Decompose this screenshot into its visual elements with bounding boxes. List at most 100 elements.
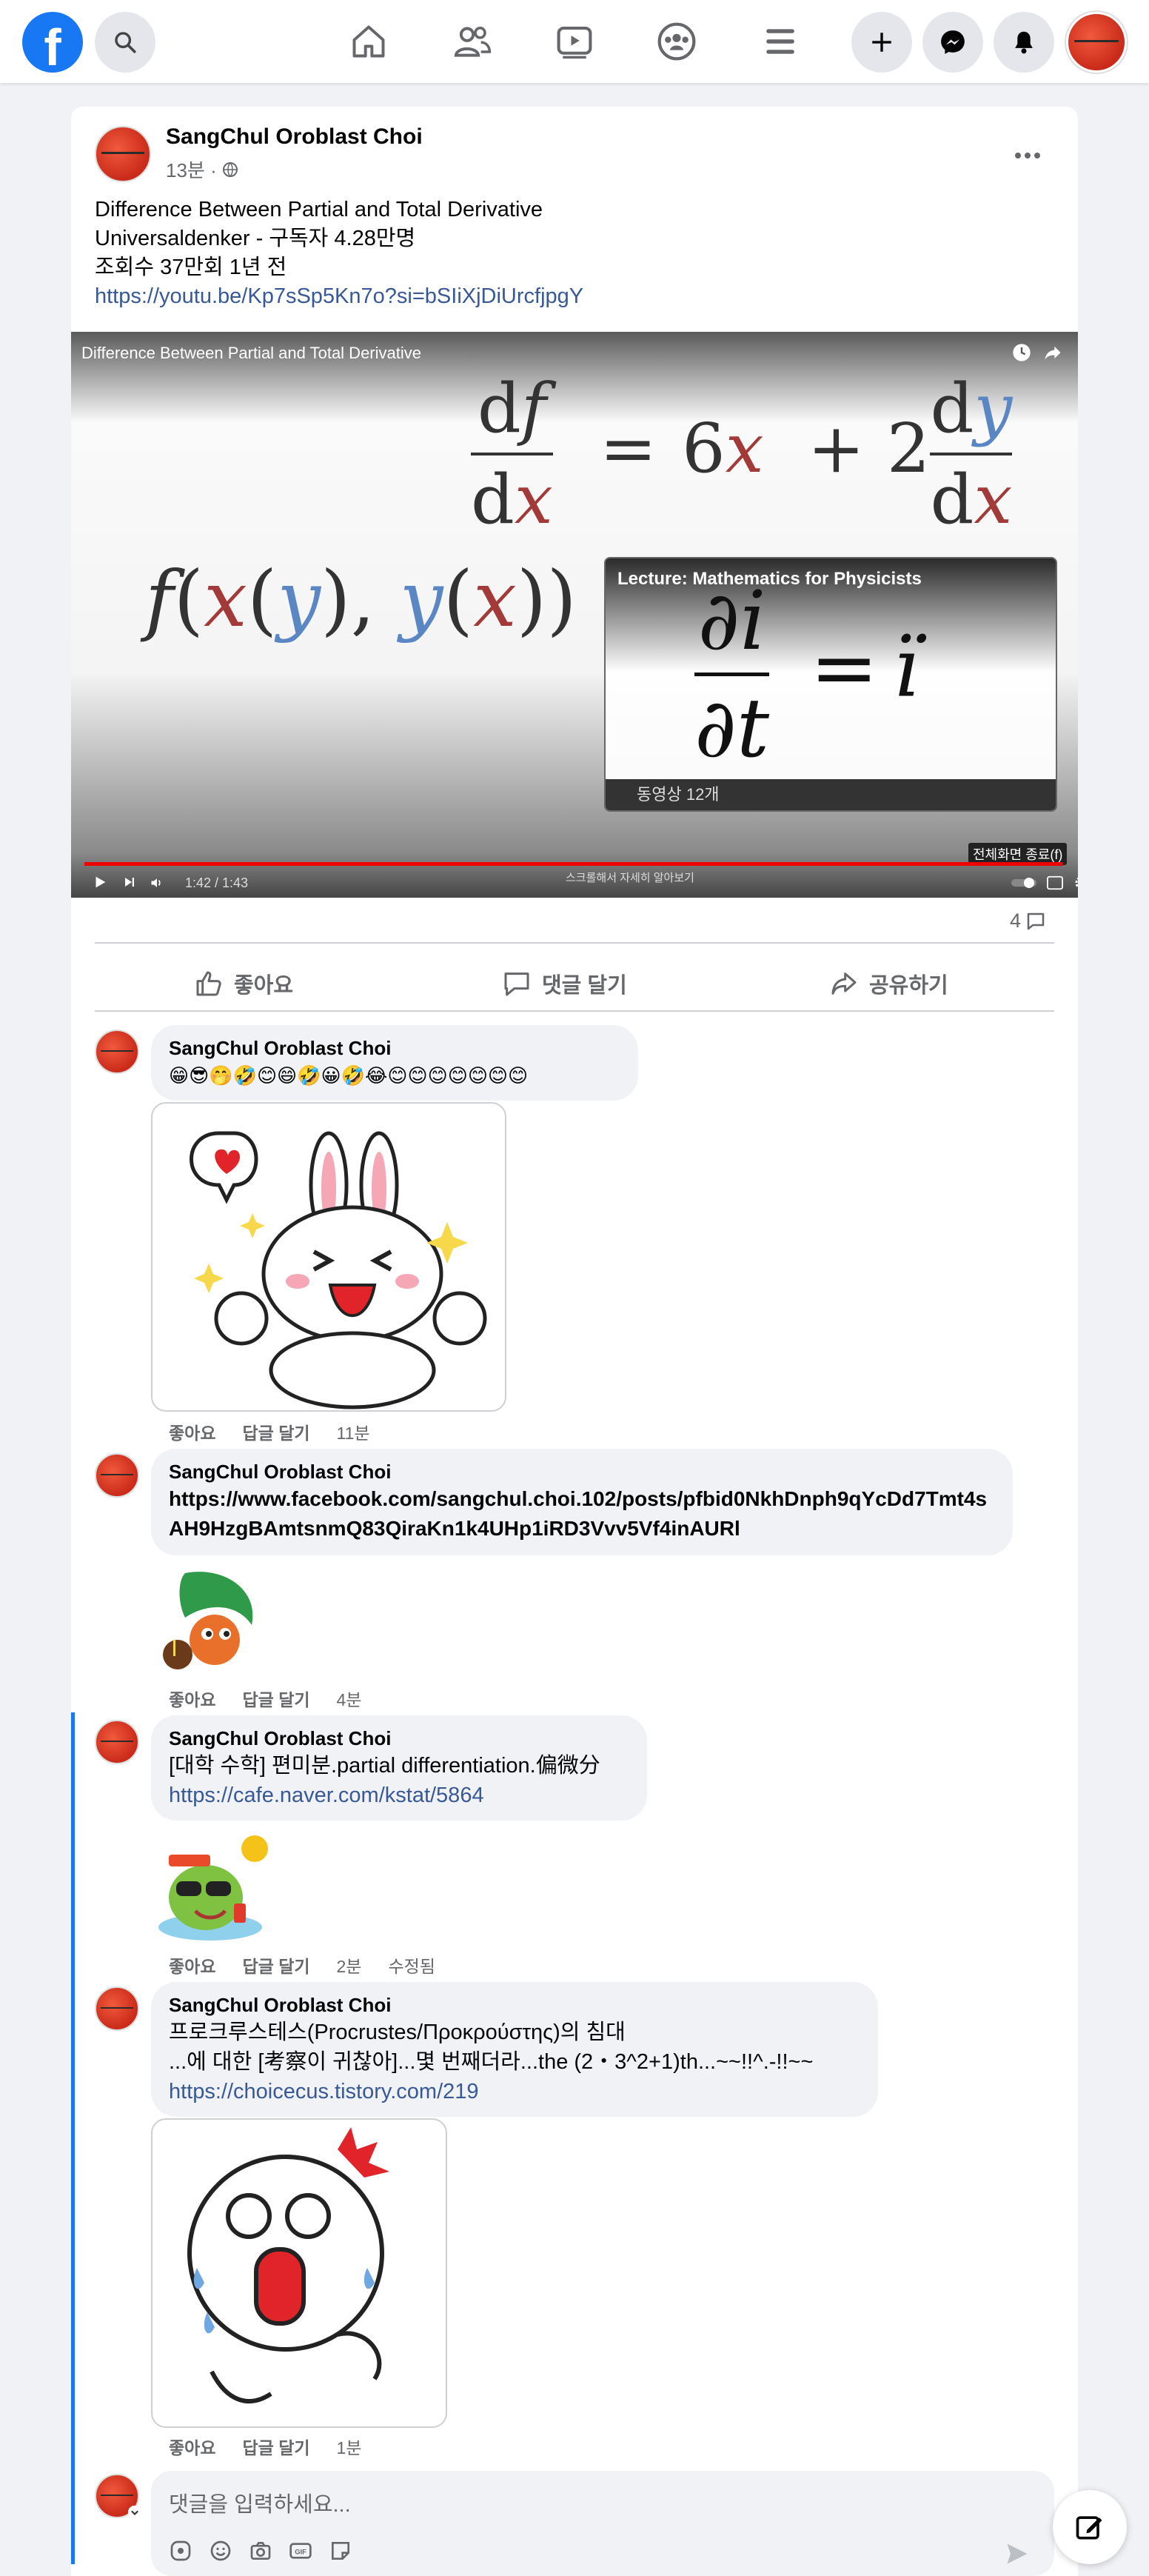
like-button[interactable]: 좋아요 (194, 961, 293, 1006)
comment-reply-button[interactable]: 답글 달기 (242, 1952, 309, 1978)
playlist-overlay[interactable]: Lecture: Mathematics for Physicists ∂i ∂t… (604, 557, 1057, 812)
bunny-sticker[interactable] (151, 1102, 506, 1412)
author-avatar[interactable] (95, 126, 151, 182)
comment-like-button[interactable]: 좋아요 (169, 2434, 215, 2459)
share-label: 공유하기 (869, 974, 948, 998)
comment-time[interactable]: 11분 (337, 1419, 370, 1444)
comment-reply-button[interactable]: 답글 달기 (242, 1686, 309, 1711)
comment-author[interactable]: SangChul Oroblast Choi (169, 1035, 620, 1061)
comment-time[interactable]: 1분 (337, 2434, 362, 2459)
commenter-avatar[interactable] (95, 1030, 139, 1074)
top-navigation-bar: f (0, 0, 1149, 83)
menu-tab[interactable] (758, 19, 803, 64)
watch-tab[interactable] (552, 19, 597, 64)
scroll-hint: 스크롤해서 자세히 알아보기 (566, 872, 694, 884)
comment-count[interactable]: 4 (1010, 910, 1048, 932)
compose-icon (1076, 2516, 1102, 2540)
next-icon[interactable] (123, 875, 136, 889)
video-progress-bar[interactable] (84, 862, 1063, 866)
comment-like-button[interactable]: 좋아요 (169, 1686, 215, 1711)
settings-icon[interactable] (1073, 874, 1078, 892)
groups-icon (657, 22, 696, 61)
commenter-avatar[interactable] (95, 1720, 139, 1764)
post-time[interactable]: 13분 · (166, 156, 217, 183)
comment-reply-button[interactable]: 답글 달기 (242, 2434, 309, 2459)
more-options-icon (1015, 153, 1040, 159)
chevron-down-icon[interactable] (127, 2505, 142, 2520)
post-card: SangChul Oroblast Choi 13분 · Difference … (71, 107, 1078, 2576)
autoplay-toggle-icon[interactable] (1011, 877, 1036, 889)
profile-avatar[interactable] (1066, 12, 1127, 73)
share-button[interactable]: 공유하기 (829, 961, 948, 1006)
watch-later-icon[interactable] (1011, 342, 1032, 363)
comment-link[interactable]: https://choicecus.tistory.com/219 (169, 2080, 479, 2103)
comment-actions: 좋아요 답글 달기 1분 (169, 2434, 361, 2459)
commenter-avatar[interactable] (95, 1986, 139, 2031)
thread-highlight-line (71, 1712, 75, 2564)
comment-bubble: SangChul Oroblast Choi https://www.faceb… (151, 1449, 1013, 1555)
create-icon (872, 33, 891, 52)
leaf-character-image (163, 1572, 253, 1669)
new-message-button[interactable] (1053, 2490, 1127, 2564)
gif-icon[interactable]: GIF (289, 2539, 312, 2563)
post-text-line: Difference Between Partial and Total Der… (95, 198, 543, 221)
video-controls: 1:42 / 1:43 스크롤해서 자세히 알아보기 (92, 871, 1078, 895)
like-icon (196, 971, 221, 996)
crying-character-image (187, 2127, 389, 2403)
friends-icon (454, 27, 492, 57)
groups-tab[interactable] (654, 19, 699, 64)
emoji-icon[interactable] (209, 2539, 232, 2563)
svg-text:GIF: GIF (295, 2549, 306, 2556)
facebook-logo[interactable]: f (22, 12, 83, 73)
create-button[interactable] (851, 12, 912, 73)
comment-icon (504, 972, 529, 996)
camera-icon[interactable] (249, 2539, 272, 2563)
send-icon[interactable] (1004, 2540, 1031, 2567)
comment-actions: 좋아요 답글 달기 11분 (169, 1419, 370, 1444)
post-youtube-link[interactable]: https://youtu.be/Kp7sSp5Kn7o?si=bSIiXjDi… (95, 282, 583, 311)
home-tab[interactable] (346, 19, 391, 64)
avatar-sticker-icon[interactable] (169, 2539, 192, 2563)
video-title: Difference Between Partial and Total Der… (81, 344, 421, 362)
crying-character-sticker[interactable] (151, 2118, 447, 2428)
comment-input-placeholder[interactable]: 댓글을 입력하세요... (169, 2487, 351, 2518)
comment-like-button[interactable]: 좋아요 (169, 1952, 215, 1978)
comment-reply-button[interactable]: 답글 달기 (242, 1419, 309, 1444)
comment-author[interactable]: SangChul Oroblast Choi (169, 1726, 629, 1751)
comment-count-value: 4 (1010, 910, 1022, 932)
comment-bubble: SangChul Oroblast Choi [대학 수학] 편미분.parti… (151, 1715, 647, 1821)
sunglasses-character-image (158, 1835, 268, 1941)
comment-author[interactable]: SangChul Oroblast Choi (169, 1992, 860, 2018)
sunglasses-character-sticker[interactable] (151, 1829, 277, 1948)
comment-author[interactable]: SangChul Oroblast Choi (169, 1459, 995, 1484)
comment-button[interactable]: 댓글 달기 (502, 961, 627, 1006)
share-icon (831, 972, 857, 995)
post-options-button[interactable] (1005, 133, 1050, 178)
video-share-icon[interactable] (1042, 342, 1063, 363)
subtitles-icon[interactable] (1047, 875, 1063, 890)
comment-text: [대학 수학] 편미분.partial differentiation.偏微分 (169, 1754, 600, 1778)
comment-link[interactable]: https://cafe.naver.com/kstat/5864 (169, 1783, 484, 1807)
comment-time[interactable]: 2분 (337, 1952, 362, 1978)
comment-text: 프로크루스테스(Procrustes/Προκρούστης)의 침대 (169, 2021, 626, 2044)
play-icon[interactable] (92, 874, 108, 890)
volume-icon[interactable] (150, 875, 164, 890)
sticker-icon[interactable] (329, 2539, 352, 2563)
notifications-button[interactable] (994, 12, 1054, 73)
search-icon (115, 32, 136, 53)
equation-partial: ∂i ∂t = ï (694, 573, 919, 775)
comment-input-box[interactable]: 댓글을 입력하세요... GIF (151, 2471, 1054, 2576)
messenger-button[interactable] (922, 12, 983, 73)
post-author-name[interactable]: SangChul Oroblast Choi (166, 124, 423, 150)
friends-tab[interactable] (450, 19, 495, 64)
comment-actions: 좋아요 답글 달기 2분 수정됨 (169, 1952, 435, 1978)
video-player[interactable]: Difference Between Partial and Total Der… (71, 332, 1078, 898)
comment-time[interactable]: 4분 (337, 1686, 362, 1711)
search-button[interactable] (95, 12, 155, 73)
video-time: 1:42 / 1:43 (185, 875, 249, 890)
bunny-sticker-image (190, 1131, 487, 1409)
leaf-character-sticker[interactable] (155, 1566, 274, 1677)
comment-like-button[interactable]: 좋아요 (169, 1419, 215, 1444)
commenter-avatar[interactable] (95, 1453, 139, 1498)
post-text-line: Universaldenker - 구독자 4.28만명 (95, 227, 416, 250)
